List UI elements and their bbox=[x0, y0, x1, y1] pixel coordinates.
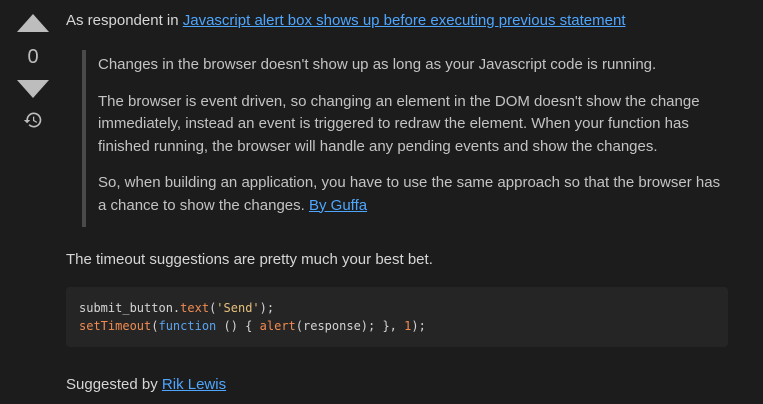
code-token: ); bbox=[411, 318, 426, 333]
suggested-prefix: Suggested by bbox=[66, 376, 162, 393]
code-block: submit_button.text('Send'); setTimeout(f… bbox=[66, 287, 728, 347]
code-token: function bbox=[158, 318, 217, 333]
blockquote: Changes in the browser doesn't show up a… bbox=[82, 50, 728, 227]
code-token: submit_button. bbox=[79, 301, 181, 315]
quote-paragraph-1: Changes in the browser doesn't show up a… bbox=[98, 56, 657, 73]
suggester-link[interactable]: Rik Lewis bbox=[162, 376, 226, 393]
code-token: () { bbox=[216, 318, 260, 333]
history-icon[interactable] bbox=[23, 110, 43, 130]
quote-author-link[interactable]: By Guffa bbox=[309, 197, 367, 214]
suggested-by-line: Suggested by Rik Lewis bbox=[66, 374, 728, 396]
quote-paragraph-3-text: So, when building an application, you ha… bbox=[98, 174, 721, 214]
vote-count: 0 bbox=[27, 46, 39, 68]
vote-column: 0 bbox=[14, 14, 52, 130]
code-token: 'Send' bbox=[216, 301, 260, 315]
code-token: text bbox=[180, 301, 210, 315]
answer-text: The timeout suggestions are pretty much … bbox=[66, 251, 433, 268]
code-token: setTimeout bbox=[79, 318, 152, 333]
quote-paragraph-2: The browser is event driven, so changing… bbox=[98, 92, 700, 155]
upvote-arrow-icon[interactable] bbox=[17, 14, 49, 32]
code-token: (response); }, bbox=[295, 318, 405, 333]
downvote-arrow-icon[interactable] bbox=[17, 80, 49, 98]
post-content: As respondent in Javascript alert box sh… bbox=[66, 10, 728, 396]
code-token: alert bbox=[259, 318, 296, 333]
respondent-line: As respondent in Javascript alert box sh… bbox=[66, 10, 728, 32]
code-token: ); bbox=[259, 301, 275, 315]
question-link[interactable]: Javascript alert box shows up before exe… bbox=[183, 12, 626, 29]
quote-paragraph-3: So, when building an application, you ha… bbox=[98, 172, 728, 217]
respondent-prefix: As respondent in bbox=[66, 12, 183, 29]
